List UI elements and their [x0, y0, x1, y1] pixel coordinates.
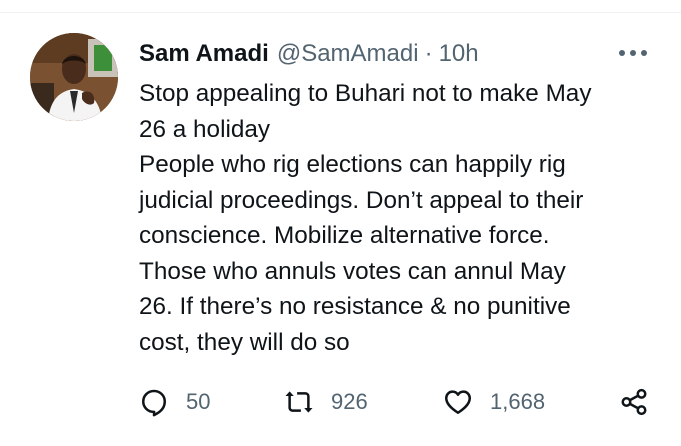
tweet-text-line: cost, they will do so: [139, 328, 350, 356]
more-options-icon: [619, 50, 647, 56]
tweet-card[interactable]: Sam Amadi @SamAmadi · 10h Stop appealing…: [0, 0, 681, 446]
separator-dot: ·: [424, 40, 433, 67]
tweet-timestamp[interactable]: 10h: [439, 40, 479, 68]
tweet-text-line: conscience. Mobilize alternative force.: [139, 222, 550, 249]
tweet-header: Sam Amadi @SamAmadi · 10h: [139, 38, 479, 70]
reply-button[interactable]: 50: [139, 380, 210, 424]
tweet-text-line: People who rig elections can happily rig: [139, 151, 566, 178]
reply-count: 50: [186, 389, 211, 414]
like-button[interactable]: 1,668: [443, 380, 545, 424]
like-count: 1,668: [490, 389, 546, 414]
avatar-photo: [30, 33, 118, 121]
retweet-icon: [285, 391, 313, 413]
author-display-name[interactable]: Sam Amadi: [139, 40, 269, 68]
divider: [0, 12, 681, 13]
action-bar: 50 926 1,668: [0, 380, 681, 424]
tweet-text-line: 26. If there’s no resistance & no puniti…: [139, 293, 571, 320]
tweet-text-line: 26 a holiday: [139, 115, 271, 143]
tweet-text-line: Stop appealing to Buhari not to make May: [139, 80, 592, 107]
heart-icon: [445, 390, 471, 414]
share-button[interactable]: [619, 380, 649, 424]
tweet-text-line: judicial proceedings. Don’t appeal to th…: [139, 186, 584, 214]
avatar[interactable]: [30, 33, 118, 121]
more-options-button[interactable]: [616, 39, 650, 67]
author-handle[interactable]: @SamAmadi: [277, 40, 419, 68]
reply-icon: [142, 389, 166, 417]
retweet-button[interactable]: 926: [284, 380, 368, 424]
share-icon: [621, 388, 647, 416]
retweet-count: 926: [331, 389, 368, 414]
tweet-text: Stop appealing to Buhari not to make May…: [139, 76, 664, 360]
tweet-text-line: Those who annuls votes can annul May: [139, 257, 566, 285]
